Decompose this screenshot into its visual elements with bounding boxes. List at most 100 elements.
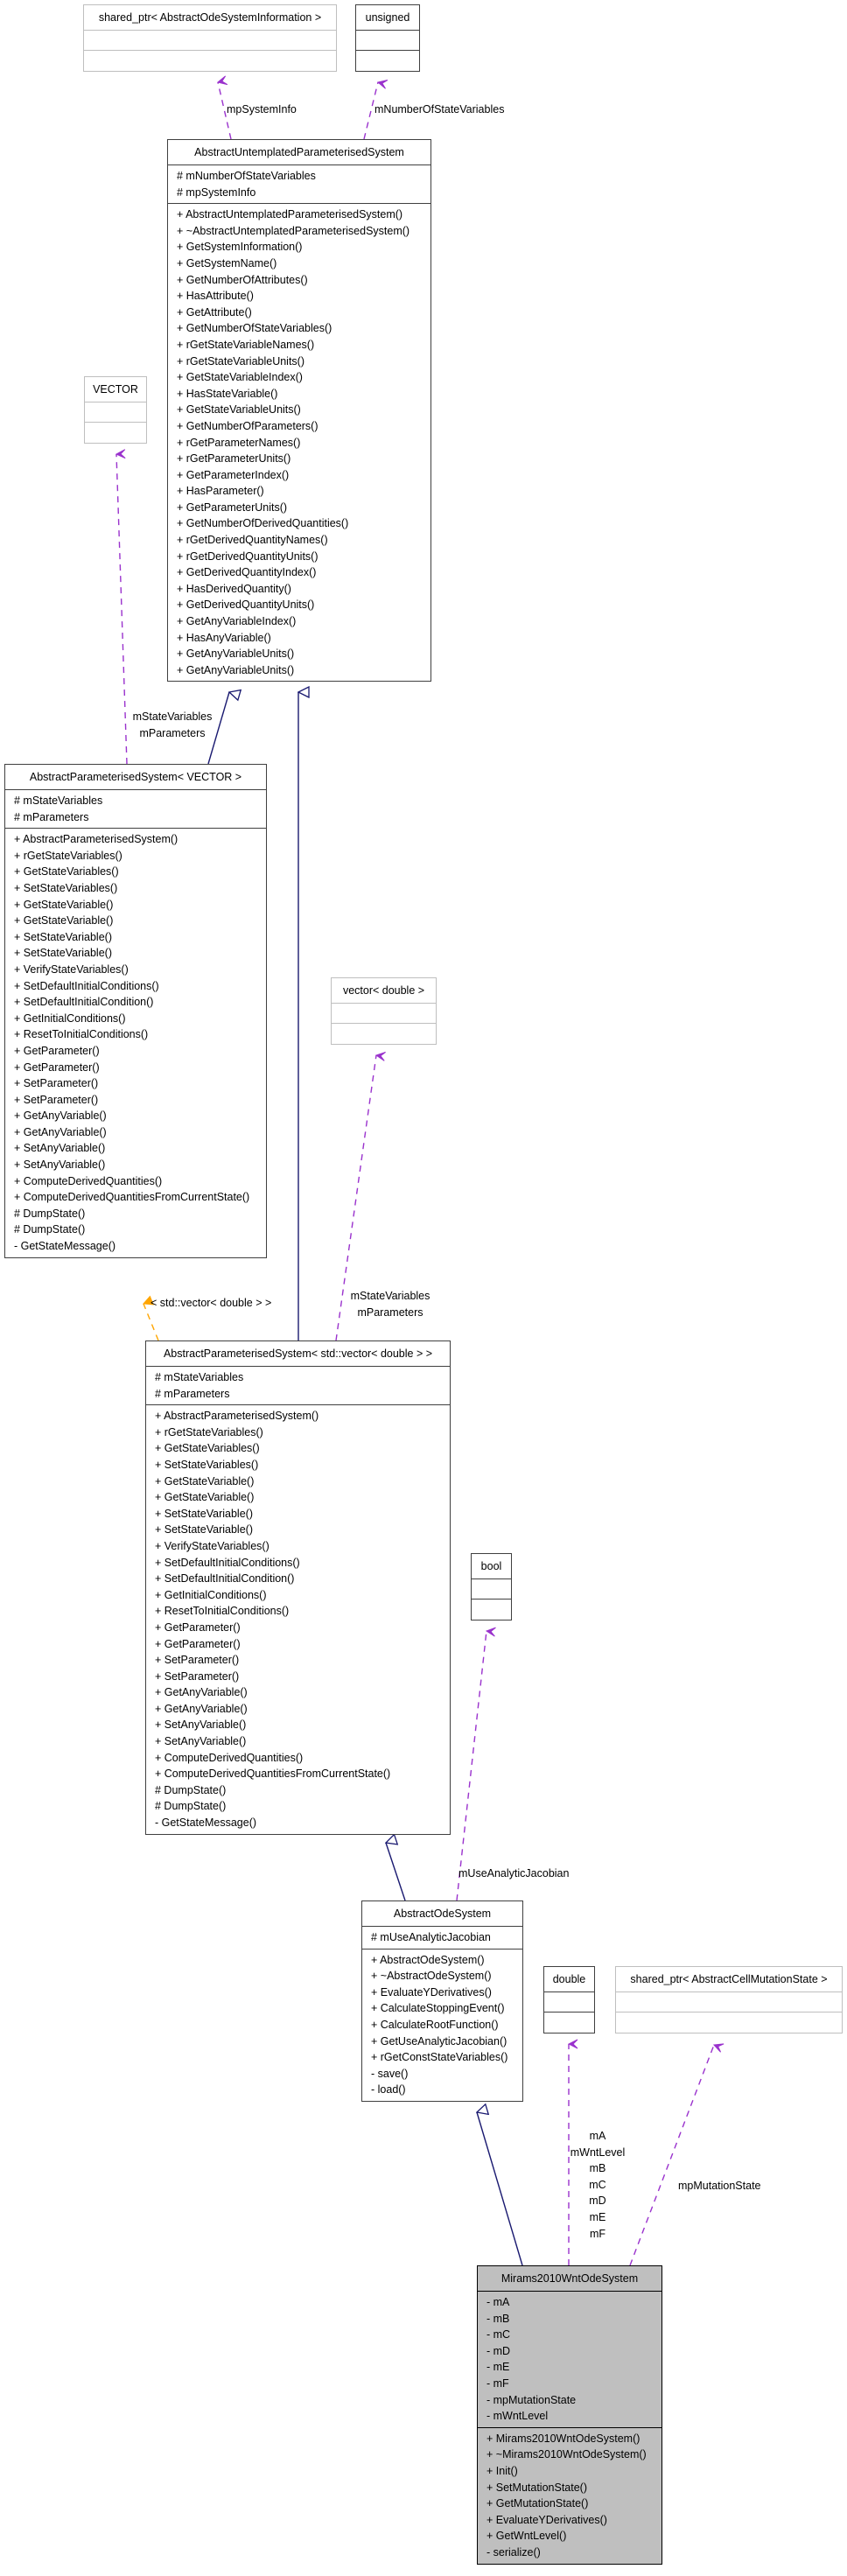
method-row: - save() (371, 2067, 409, 2080)
method-row: + EvaluateYDerivatives() (371, 1985, 492, 1998)
method-row: + GetAnyVariableUnits() (177, 648, 295, 661)
method-row: + GetStateVariable() (155, 1474, 255, 1488)
method-row: + SetStateVariable() (155, 1507, 253, 1520)
edge-label-mParameters: mParameters (139, 726, 206, 739)
edge-mUseAnalyticJacobian (456, 1631, 486, 1901)
method-row: + HasDerivedQuantity() (177, 582, 291, 595)
method-row: + GetParameterUnits() (177, 500, 288, 514)
attribute-row: - mWntLevel (486, 2410, 549, 2423)
method-row: # DumpState() (155, 1783, 227, 1796)
class-node-vector-double[interactable]: vector< double > (331, 977, 437, 1045)
method-row: + SetParameter() (14, 1093, 99, 1106)
class-node-abstract-untemplated-parameterised-system[interactable]: AbstractUntemplatedParameterisedSystem # … (167, 139, 431, 682)
method-row: + GetParameter() (14, 1060, 100, 1074)
class-node-double[interactable]: double (543, 1966, 595, 2034)
method-row: + GetNumberOfStateVariables() (177, 322, 332, 335)
method-row: + GetParameter() (155, 1637, 241, 1650)
methods-section: + AbstractOdeSystem() + ~AbstractOdeSyste… (362, 1950, 522, 2101)
method-row: + SetDefaultInitialCondition() (155, 1572, 295, 1586)
method-row: + GetStateVariable() (155, 1491, 255, 1504)
edge-label-mF: mF (589, 2227, 606, 2240)
attribute-row: - mB (486, 2312, 510, 2325)
attributes-section (356, 31, 419, 51)
method-row: + SetParameter() (14, 1077, 99, 1090)
method-row: - GetStateMessage() (14, 1240, 116, 1253)
method-row: + rGetStateVariableUnits() (177, 354, 305, 368)
method-row: + CalculateRootFunction() (371, 2018, 499, 2031)
class-node-mirams2010-wnt-ode-system[interactable]: Mirams2010WntOdeSystem - mA - mB - mC - mD - … (477, 2265, 662, 2565)
edge-label-template-arg: < std::vector< double > > (150, 1297, 272, 1309)
method-row: + GetAnyVariable() (155, 1686, 248, 1699)
method-row: + VerifyStateVariables() (155, 1539, 270, 1552)
methods-section (85, 423, 146, 443)
method-row: + SetAnyVariable() (155, 1718, 247, 1732)
method-row: + VerifyStateVariables() (14, 962, 129, 976)
methods-section: + AbstractParameterisedSystem() + rGetSta… (5, 829, 266, 1256)
class-node-vector-template-param[interactable]: VECTOR (84, 376, 147, 444)
class-title: double (544, 1967, 594, 1992)
class-node-abstract-parameterised-system-std-vector-double[interactable]: AbstractParameterisedSystem< std::vector… (145, 1340, 451, 1835)
method-row: + rGetParameterNames() (177, 436, 301, 449)
method-row: + AbstractParameterisedSystem() (155, 1410, 319, 1423)
attribute-row: # mStateVariables (14, 794, 103, 807)
class-node-abstract-ode-system[interactable]: AbstractOdeSystem # mUseAnalyticJacobian +… (361, 1900, 523, 2102)
attribute-row: # mStateVariables (155, 1371, 244, 1383)
class-node-shared-ptr-cell-mutation-state[interactable]: shared_ptr< AbstractCellMutationState > (615, 1966, 843, 2034)
method-row: + ResetToInitialConditions() (155, 1605, 290, 1618)
attribute-row: - mE (486, 2361, 510, 2374)
edge-label-double-members: mA mWntLevel mB mC mD mE mF (570, 2128, 626, 2242)
edge-label-mpSystemInfo: mpSystemInfo (227, 103, 297, 116)
method-row: + GetParameter() (155, 1620, 241, 1634)
attributes-section (544, 1992, 594, 2012)
attributes-section (84, 31, 336, 51)
method-row: + HasAnyVariable() (177, 631, 271, 644)
class-title: shared_ptr< AbstractCellMutationState > (616, 1967, 842, 1992)
edge-label-mUseAnalyticJacobian: mUseAnalyticJacobian (458, 1867, 570, 1880)
method-row: + SetStateVariable() (14, 947, 112, 960)
class-title: VECTOR (85, 377, 146, 402)
class-node-unsigned[interactable]: unsigned (355, 4, 420, 72)
attribute-row: - mA (486, 2296, 510, 2308)
class-title: AbstractOdeSystem (362, 1901, 522, 1927)
method-row: + GetNumberOfParameters() (177, 419, 318, 432)
method-row: + GetMutationState() (486, 2497, 589, 2510)
methods-section (84, 51, 336, 71)
methods-section: + AbstractParameterisedSystem() + rGetSta… (146, 1405, 450, 1833)
attributes-section: # mUseAnalyticJacobian (362, 1927, 522, 1950)
method-row: + ~AbstractUntemplatedParameterisedSyste… (177, 224, 410, 237)
methods-section: + AbstractUntemplatedParameterisedSystem… (168, 204, 430, 681)
method-row: + rGetConstStateVariables() (371, 2051, 508, 2064)
method-row: + ComputeDerivedQuantities() (14, 1174, 163, 1187)
method-row: - GetStateMessage() (155, 1816, 257, 1830)
method-row: + HasAttribute() (177, 290, 254, 303)
class-node-shared-ptr-system-info[interactable]: shared_ptr< AbstractOdeSystemInformation… (83, 4, 337, 72)
methods-section (332, 1024, 436, 1044)
method-row: + GetDerivedQuantityIndex() (177, 566, 317, 579)
edge-label-mpMutationState: mpMutationState (678, 2180, 761, 2192)
method-row: + HasStateVariable() (177, 387, 278, 400)
method-row: + rGetStateVariables() (14, 849, 122, 862)
method-row: + rGetParameterUnits() (177, 452, 291, 466)
edge-label-mC: mC (589, 2178, 606, 2191)
attribute-row: # mpSystemInfo (177, 186, 256, 199)
method-row: + SetDefaultInitialConditions() (14, 979, 159, 992)
method-row: + SetStateVariable() (155, 1523, 253, 1536)
methods-section (616, 2012, 842, 2033)
attributes-section (616, 1992, 842, 2012)
edge-label-mStateVariables: mStateVariables (132, 710, 213, 723)
method-row: + Mirams2010WntOdeSystem() (486, 2432, 640, 2445)
method-row: + GetAnyVariableUnits() (177, 663, 295, 676)
method-row: + AbstractOdeSystem() (371, 1953, 485, 1966)
attribute-row: # mUseAnalyticJacobian (371, 1931, 491, 1943)
edge-inherit-ode-system (386, 1843, 406, 1901)
attributes-section: # mNumberOfStateVariables # mpSystemInfo (168, 165, 430, 205)
class-node-bool[interactable]: bool (471, 1553, 512, 1620)
method-row: + rGetStateVariableNames() (177, 338, 315, 351)
edge-label-mD: mD (589, 2194, 606, 2208)
attribute-row: # mParameters (14, 810, 89, 823)
method-row: + rGetDerivedQuantityNames() (177, 534, 328, 547)
method-row: # DumpState() (14, 1207, 86, 1220)
class-node-abstract-parameterised-system-vector[interactable]: AbstractParameterisedSystem< VECTOR > # m… (4, 764, 267, 1258)
method-row: + Init() (486, 2464, 518, 2477)
method-row: + ComputeDerivedQuantities() (155, 1751, 304, 1764)
